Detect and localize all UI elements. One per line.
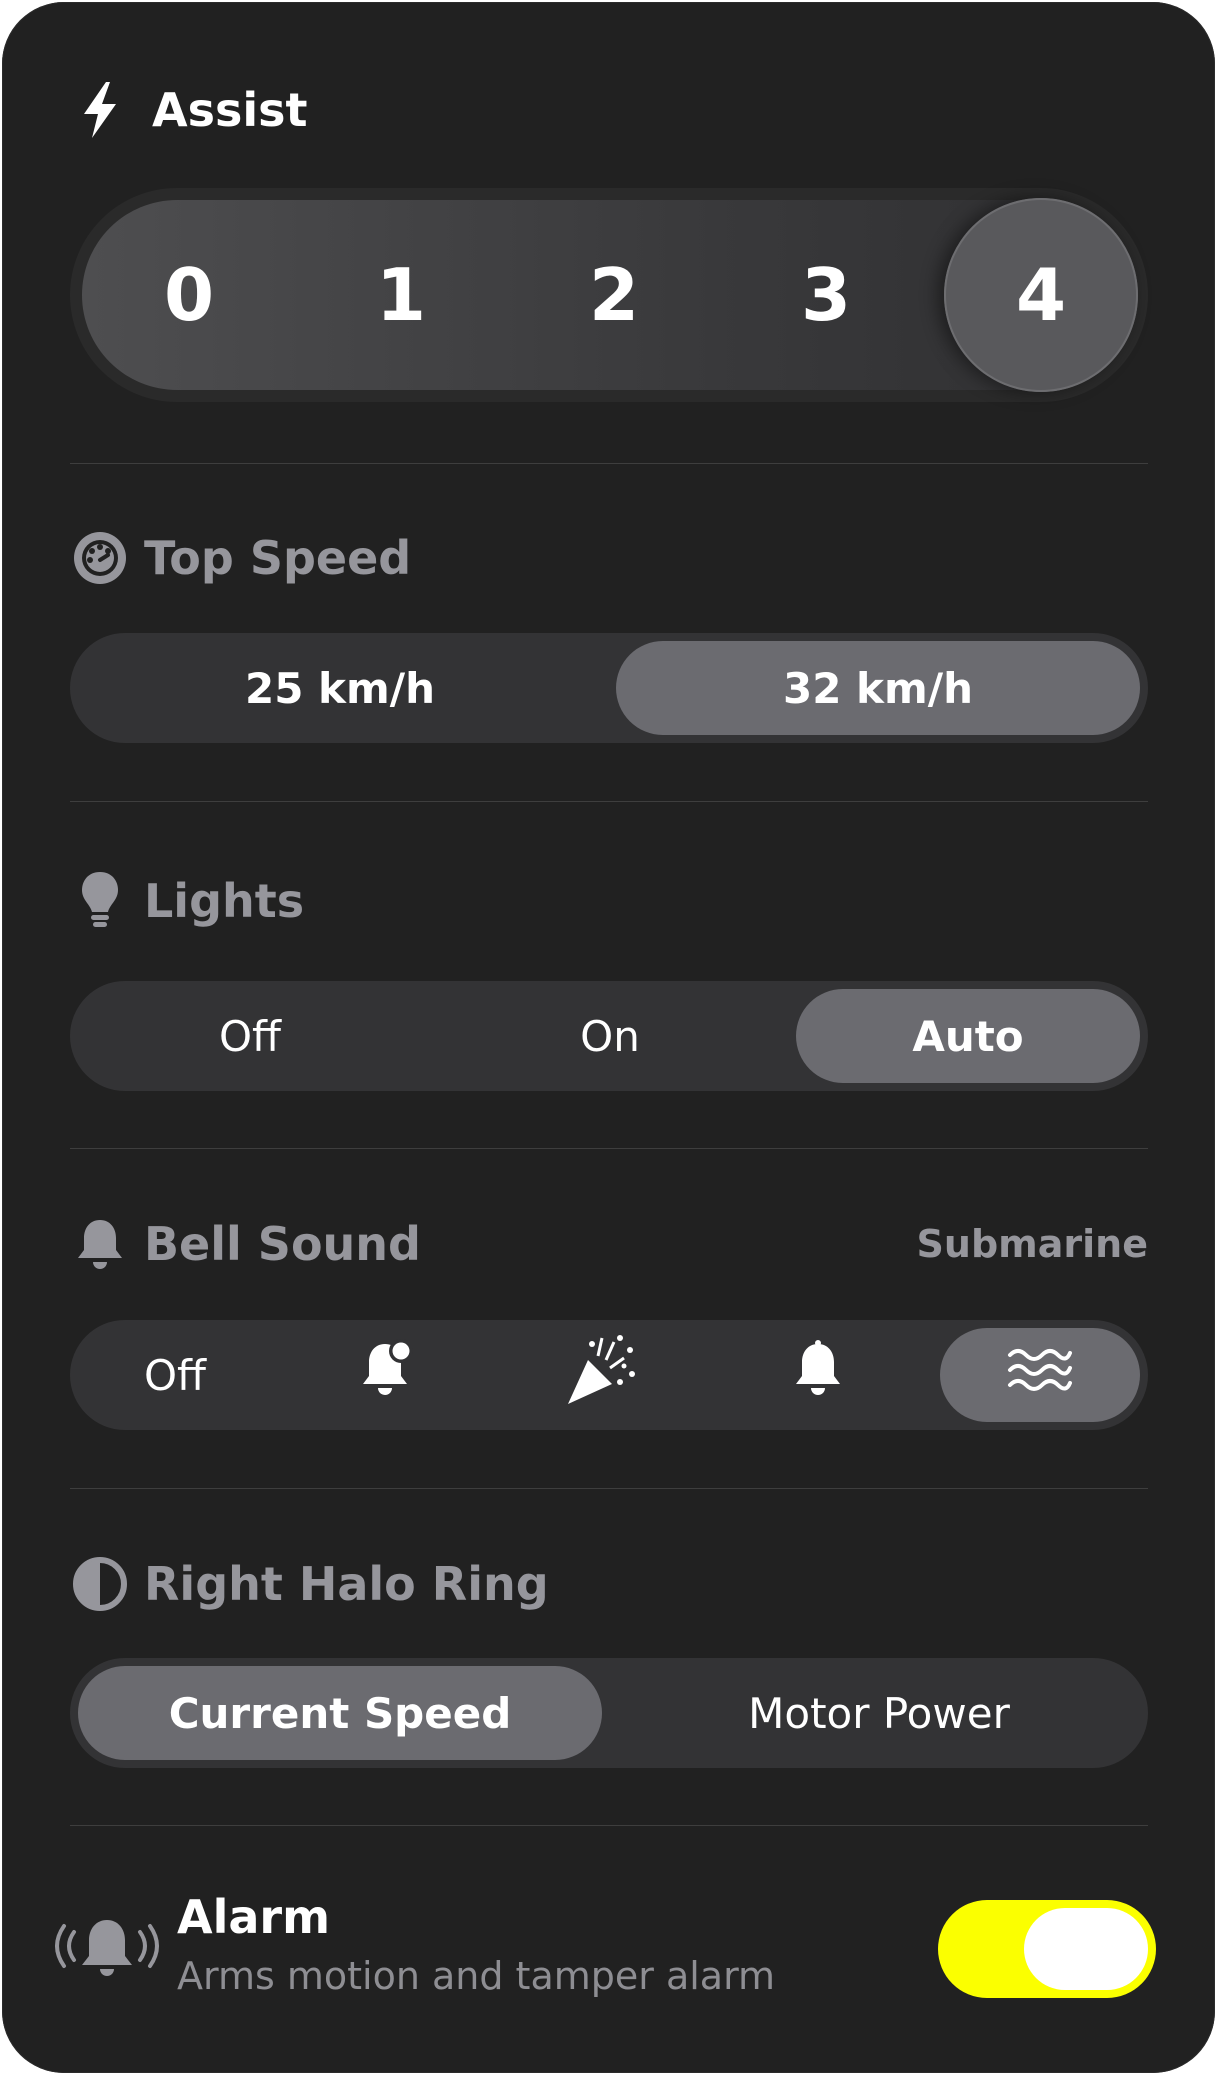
alarm-bell-icon xyxy=(52,1912,162,1984)
lights-title: Lights xyxy=(144,874,305,928)
assist-level-3[interactable]: 3 xyxy=(720,188,932,402)
bell-sound-segmented-control: Off xyxy=(70,1320,1148,1430)
bell-icon xyxy=(790,1338,846,1412)
alarm-title: Alarm xyxy=(177,1890,331,1944)
bell-sound-option-party[interactable] xyxy=(494,1320,710,1430)
bell-sound-option-submarine[interactable] xyxy=(940,1328,1140,1422)
divider xyxy=(70,463,1148,464)
lightbulb-icon xyxy=(70,871,130,931)
alarm-toggle-knob xyxy=(1024,1908,1148,1990)
lights-header: Lights xyxy=(70,871,304,931)
bell-sound-current-value: Submarine xyxy=(916,1222,1148,1266)
party-popper-icon xyxy=(562,1330,642,1420)
halo-ring-header: Right Halo Ring xyxy=(70,1554,549,1614)
top-speed-segmented-control: 25 km/h 32 km/h xyxy=(70,633,1148,743)
bell-icon xyxy=(70,1214,130,1274)
bell-sound-title: Bell Sound xyxy=(144,1217,421,1271)
divider xyxy=(70,801,1148,802)
assist-level-slider[interactable]: 0 1 2 3 4 xyxy=(70,188,1148,402)
bell-sound-option-off[interactable]: Off xyxy=(70,1320,280,1430)
assist-level-4[interactable]: 4 xyxy=(935,188,1147,402)
assist-level-0[interactable]: 0 xyxy=(83,188,295,402)
halo-ring-option-current-speed[interactable]: Current Speed xyxy=(78,1666,602,1760)
speedometer-icon xyxy=(70,528,130,588)
halo-ring-segmented-control: Current Speed Motor Power xyxy=(70,1658,1148,1768)
alarm-subtitle: Arms motion and tamper alarm xyxy=(177,1954,776,1998)
waves-icon xyxy=(1007,1345,1073,1405)
divider xyxy=(70,1825,1148,1826)
assist-header: Assist xyxy=(70,80,308,140)
bell-sound-header: Bell Sound Submarine xyxy=(70,1214,1148,1274)
bell-sound-option-bell-badge[interactable] xyxy=(280,1320,494,1430)
bell-sound-option-bell[interactable] xyxy=(710,1320,926,1430)
lights-option-off[interactable]: Off xyxy=(70,981,430,1091)
top-speed-title: Top Speed xyxy=(144,531,412,585)
top-speed-option-32[interactable]: 32 km/h xyxy=(616,641,1140,735)
bolt-icon xyxy=(70,80,130,140)
top-speed-header: Top Speed xyxy=(70,528,411,588)
lights-segmented-control: Off On Auto xyxy=(70,981,1148,1091)
divider xyxy=(70,1488,1148,1489)
half-circle-icon xyxy=(70,1554,130,1614)
divider xyxy=(70,1148,1148,1149)
bell-badge-icon xyxy=(357,1338,417,1412)
lights-option-auto[interactable]: Auto xyxy=(796,989,1140,1083)
assist-level-2[interactable]: 2 xyxy=(508,188,720,402)
lights-option-on[interactable]: On xyxy=(430,981,790,1091)
halo-ring-title: Right Halo Ring xyxy=(144,1557,549,1611)
alarm-toggle[interactable] xyxy=(938,1900,1156,1998)
assist-title: Assist xyxy=(152,83,308,137)
settings-card: Assist 0 1 2 3 4 Top Speed 25 km/h 32 km… xyxy=(2,2,1215,2073)
assist-level-1[interactable]: 1 xyxy=(295,188,507,402)
halo-ring-option-motor-power[interactable]: Motor Power xyxy=(610,1658,1148,1768)
top-speed-option-25[interactable]: 25 km/h xyxy=(70,633,610,743)
